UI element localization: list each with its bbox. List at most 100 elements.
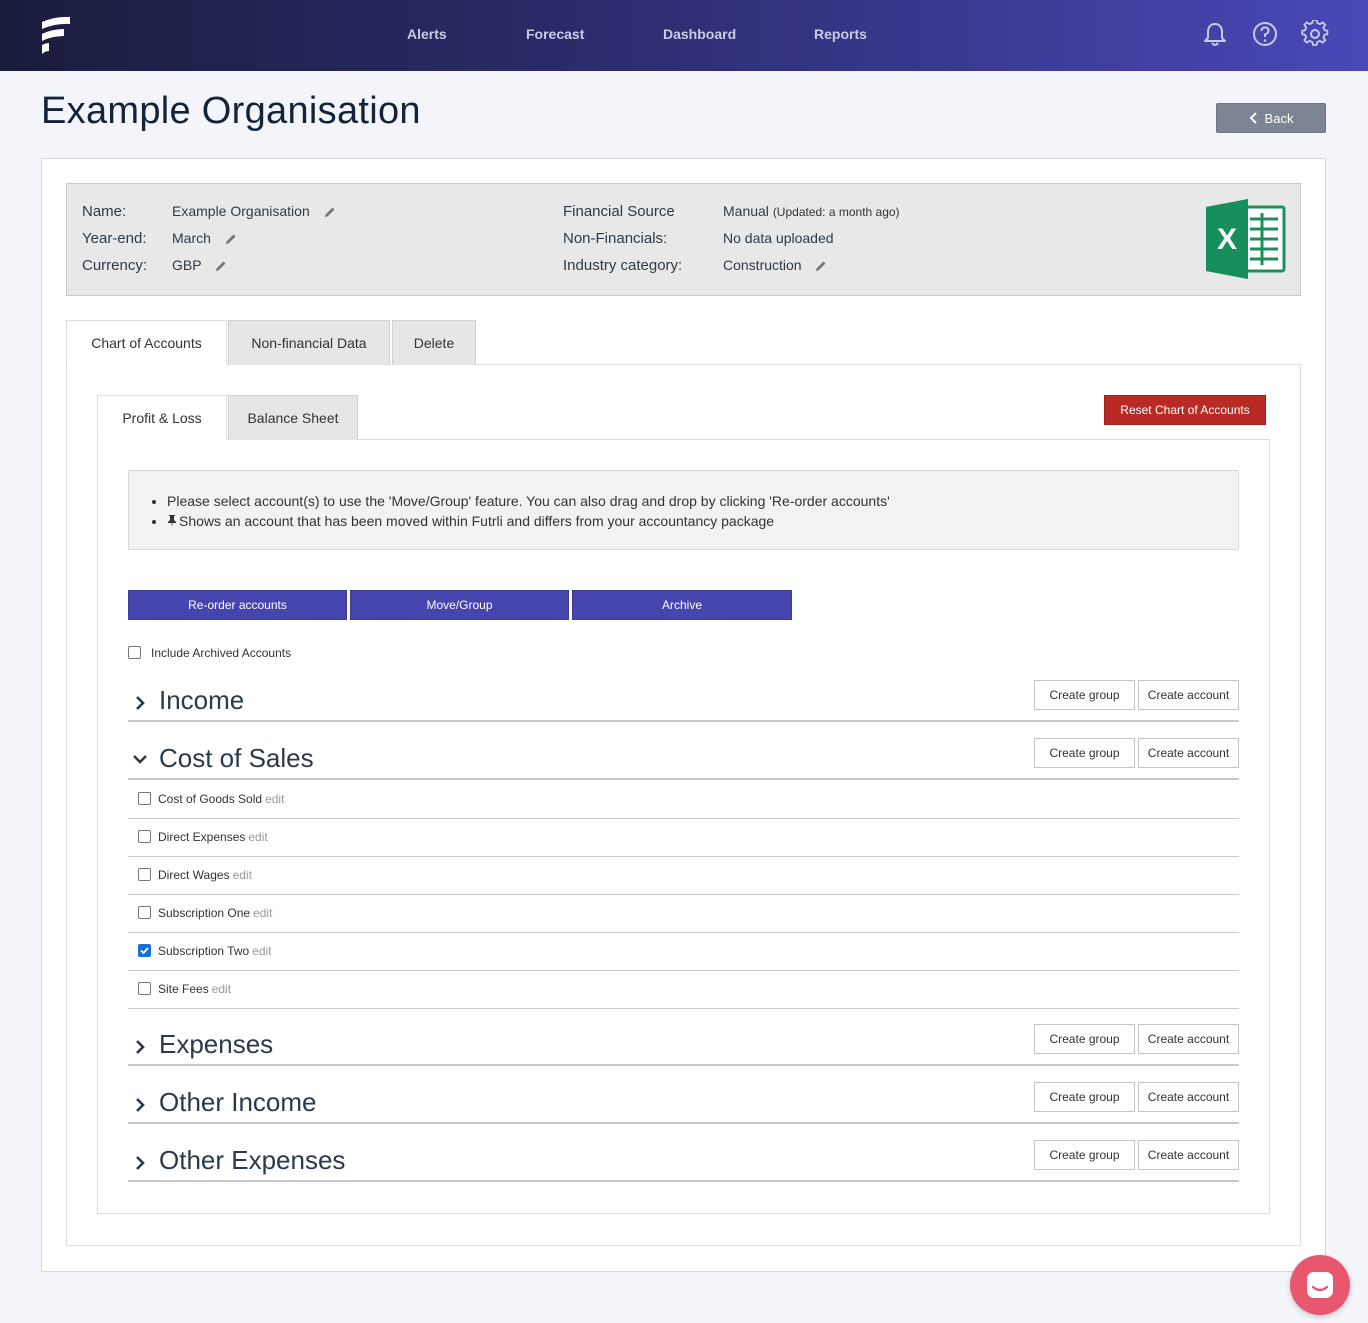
section-income[interactable]: Income Create group Create account — [128, 680, 1239, 722]
account-row[interactable]: Subscription One edit — [128, 895, 1239, 933]
account-name: Subscription Two — [158, 944, 250, 958]
nav-dashboard[interactable]: Dashboard — [663, 26, 736, 42]
notice-line-2: Shows an account that has been moved wit… — [179, 513, 775, 529]
create-account-button[interactable]: Create account — [1138, 1024, 1239, 1054]
industry-value-wrap: Construction — [723, 257, 827, 273]
top-navbar: Alerts Forecast Dashboard Reports — [0, 0, 1368, 71]
yearend-value: March — [172, 230, 211, 246]
create-account-button[interactable]: Create account — [1138, 680, 1239, 710]
bell-icon[interactable] — [1201, 20, 1229, 48]
chat-launcher-button[interactable] — [1290, 1255, 1350, 1315]
section-title: Other Expenses — [159, 1145, 346, 1175]
pin-icon — [168, 515, 176, 527]
org-info-box — [66, 183, 1301, 296]
fin-source-value: Manual — [723, 203, 769, 219]
section-other-expenses[interactable]: Other Expenses Create group Create accou… — [128, 1140, 1239, 1182]
name-value: Example Organisation — [172, 203, 310, 219]
move-group-button[interactable]: Move/Group — [350, 590, 569, 620]
account-row[interactable]: Direct Wages edit — [128, 857, 1239, 895]
fin-source-updated: (Updated: a month ago) — [772, 205, 900, 219]
chevron-right-icon[interactable] — [134, 1040, 146, 1054]
account-row[interactable]: Cost of Goods Sold edit — [128, 781, 1239, 819]
create-group-button[interactable]: Create group — [1034, 680, 1135, 710]
tab-non-financial-data[interactable]: Non-financial Data — [228, 320, 390, 365]
edit-link[interactable]: edit — [212, 982, 231, 996]
pencil-icon[interactable] — [215, 260, 227, 272]
fin-source-value-wrap: Manual (Updated: a month ago) — [723, 203, 900, 219]
chevron-right-icon[interactable] — [134, 1156, 146, 1170]
create-account-button[interactable]: Create account — [1138, 738, 1239, 768]
edit-link[interactable]: edit — [233, 868, 252, 882]
create-account-button[interactable]: Create account — [1138, 1140, 1239, 1170]
chevron-down-icon[interactable] — [133, 753, 147, 765]
pencil-icon[interactable] — [815, 260, 827, 272]
chat-icon — [1307, 1272, 1333, 1298]
tab-profit-loss[interactable]: Profit & Loss — [97, 395, 227, 440]
excel-icon: X — [1206, 199, 1286, 279]
nav-reports[interactable]: Reports — [814, 26, 867, 42]
account-checkbox[interactable] — [138, 944, 151, 957]
edit-link[interactable]: edit — [265, 792, 284, 806]
account-checkbox[interactable] — [138, 982, 151, 995]
create-group-button[interactable]: Create group — [1034, 1024, 1135, 1054]
create-group-button[interactable]: Create group — [1034, 1140, 1135, 1170]
gear-icon[interactable] — [1301, 20, 1329, 48]
account-row[interactable]: Subscription Two edit — [128, 933, 1239, 971]
account-checkbox[interactable] — [138, 792, 151, 805]
section-title: Other Income — [159, 1087, 317, 1117]
industry-value: Construction — [723, 257, 802, 273]
account-name-wrap: Site Fees edit — [158, 982, 231, 996]
tab-balance-sheet[interactable]: Balance Sheet — [228, 395, 358, 440]
reorder-accounts-button[interactable]: Re-order accounts — [128, 590, 347, 620]
notice-line-2-item: Shows an account that has been moved wit… — [167, 511, 890, 531]
section-other-income[interactable]: Other Income Create group Create account — [128, 1082, 1239, 1124]
currency-label: Currency: — [82, 257, 148, 274]
pencil-icon[interactable] — [225, 233, 237, 245]
account-name: Direct Expenses — [158, 830, 246, 844]
tab-chart-of-accounts[interactable]: Chart of Accounts — [66, 320, 227, 365]
account-checkbox[interactable] — [138, 830, 151, 843]
chevron-right-icon[interactable] — [134, 696, 146, 710]
account-name-wrap: Direct Expenses edit — [158, 830, 268, 844]
page-title: Example Organisation — [41, 90, 421, 132]
reset-chart-button[interactable]: Reset Chart of Accounts — [1104, 395, 1266, 425]
info-notice: Please select account(s) to use the 'Mov… — [128, 470, 1239, 550]
include-archived-checkbox[interactable] — [128, 646, 141, 659]
back-button[interactable]: Back — [1216, 103, 1326, 133]
section-title: Cost of Sales — [159, 743, 314, 773]
account-name-wrap: Subscription One edit — [158, 906, 272, 920]
nav-alerts[interactable]: Alerts — [407, 26, 447, 42]
account-name: Subscription One — [158, 906, 251, 920]
create-group-button[interactable]: Create group — [1034, 738, 1135, 768]
section-title: Income — [159, 685, 245, 715]
currency-value-wrap: GBP — [172, 257, 227, 273]
notice-line-1: Please select account(s) to use the 'Mov… — [167, 491, 890, 511]
edit-link[interactable]: edit — [253, 906, 272, 920]
industry-label: Industry category: — [563, 257, 683, 274]
section-expenses[interactable]: Expenses Create group Create account — [128, 1024, 1239, 1066]
create-group-button[interactable]: Create group — [1034, 1082, 1135, 1112]
account-name: Site Fees — [158, 982, 209, 996]
pencil-icon[interactable] — [324, 206, 336, 218]
account-checkbox[interactable] — [138, 868, 151, 881]
create-account-button[interactable]: Create account — [1138, 1082, 1239, 1112]
archive-button[interactable]: Archive — [572, 590, 792, 620]
account-name-wrap: Subscription Two edit — [158, 944, 272, 958]
svg-text:X: X — [1217, 223, 1237, 256]
tab-delete[interactable]: Delete — [392, 320, 476, 365]
currency-value: GBP — [172, 257, 202, 273]
help-icon[interactable] — [1251, 20, 1279, 48]
account-name-wrap: Direct Wages edit — [158, 868, 252, 882]
account-checkbox[interactable] — [138, 906, 151, 919]
edit-link[interactable]: edit — [252, 944, 271, 958]
nav-forecast[interactable]: Forecast — [526, 26, 584, 42]
section-title: Expenses — [159, 1029, 274, 1059]
account-name: Direct Wages — [158, 868, 230, 882]
nonfin-label: Non-Financials: — [563, 230, 668, 247]
chevron-right-icon[interactable] — [134, 1098, 146, 1112]
account-row[interactable]: Site Fees edit — [128, 971, 1239, 1009]
edit-link[interactable]: edit — [248, 830, 267, 844]
section-cost-of-sales[interactable]: Cost of Sales Create group Create accoun… — [128, 738, 1239, 780]
include-archived-label: Include Archived Accounts — [151, 646, 292, 660]
account-row[interactable]: Direct Expenses edit — [128, 819, 1239, 857]
